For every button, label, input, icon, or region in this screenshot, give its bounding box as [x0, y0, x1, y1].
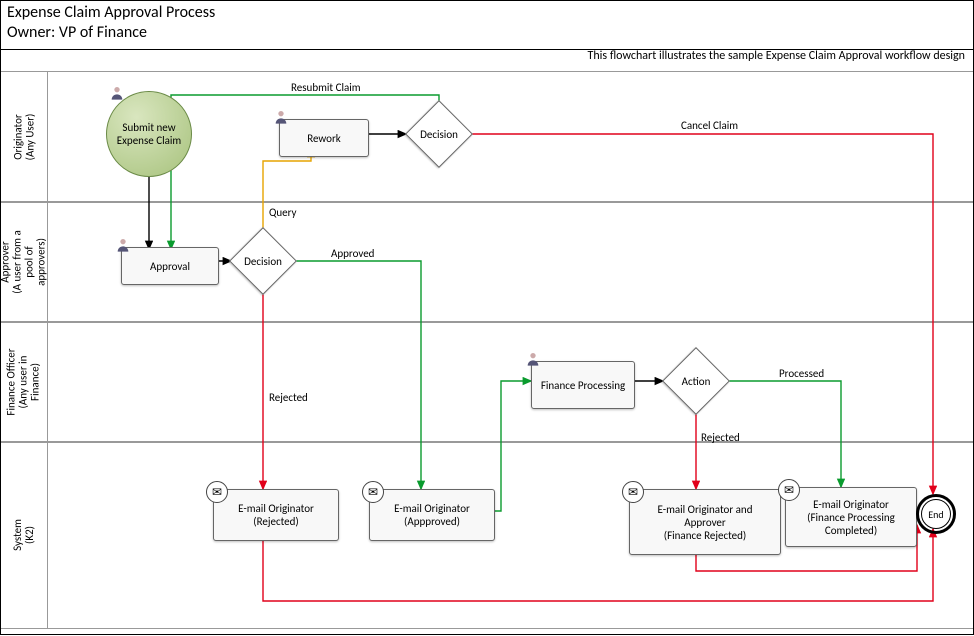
diagram-description: This flowchart illustrates the sample Ex… — [588, 49, 966, 63]
edge-label-resubmit: Resubmit Claim — [291, 81, 361, 94]
mail-icon: ✉ — [206, 481, 228, 503]
task-label: Finance Processing — [541, 379, 625, 392]
edge-label-query: Query — [269, 206, 297, 219]
diagram-canvas: Expense Claim Approval Process Owner: VP… — [0, 0, 974, 635]
start-node: Submit new Expense Claim — [106, 91, 192, 177]
lane-label: Originator (Any User) — [12, 114, 36, 161]
task-label: E-mail Originator (Appproved) — [378, 502, 486, 528]
decision-finance: Action — [664, 361, 728, 401]
task-approval: Approval — [121, 247, 219, 285]
edge-label-processed: Processed — [779, 367, 824, 380]
decision-approver: Decision — [231, 241, 295, 281]
user-icon — [115, 237, 131, 253]
lane-label: Approver (A user from a pool of approver… — [0, 230, 48, 293]
edge-label-rejected: Rejected — [269, 391, 308, 404]
task-finance-processing: Finance Processing — [531, 361, 635, 409]
lane-label: System (K2) — [12, 519, 36, 551]
mail-icon: ✉ — [362, 481, 384, 503]
user-icon — [109, 85, 125, 101]
diagram-header: Expense Claim Approval Process Owner: VP… — [1, 1, 973, 50]
task-mail-rejected: E-mail Originator (Rejected) — [213, 489, 339, 541]
lane-label: Finance Officer (Any user in Finance) — [6, 348, 42, 415]
decision-originator: Decision — [407, 114, 471, 154]
diagram-title: Expense Claim Approval Process — [7, 3, 967, 23]
mail-icon: ✉ — [778, 479, 800, 501]
decision-label: Action — [664, 361, 728, 401]
lane-finance: Finance Officer (Any user in Finance) — [1, 321, 973, 443]
edge-label-fin-rejected: Rejected — [701, 431, 740, 444]
mail-icon: ✉ — [622, 481, 644, 503]
user-icon — [525, 351, 541, 367]
edge-label-cancel: Cancel Claim — [681, 119, 738, 132]
end-node: End — [916, 494, 956, 534]
decision-label: Decision — [231, 241, 295, 281]
task-label: E-mail Originator (Rejected) — [222, 502, 330, 528]
task-label: E-mail Originator and Approver (Finance … — [638, 503, 772, 542]
task-label: Approval — [150, 260, 190, 273]
task-mail-fin-done: E-mail Originator (Finance Processing Co… — [785, 487, 917, 547]
task-mail-fin-rejected: E-mail Originator and Approver (Finance … — [629, 489, 781, 555]
edge-label-approved: Approved — [331, 247, 374, 260]
task-mail-approved: E-mail Originator (Appproved) — [369, 489, 495, 541]
decision-label: Decision — [407, 114, 471, 154]
task-rework: Rework — [279, 119, 369, 157]
task-label: Rework — [307, 132, 341, 145]
task-label: E-mail Originator (Finance Processing Co… — [794, 498, 908, 537]
diagram-owner: Owner: VP of Finance — [7, 23, 967, 43]
user-icon — [273, 109, 289, 125]
start-label: Submit new Expense Claim — [113, 121, 185, 147]
